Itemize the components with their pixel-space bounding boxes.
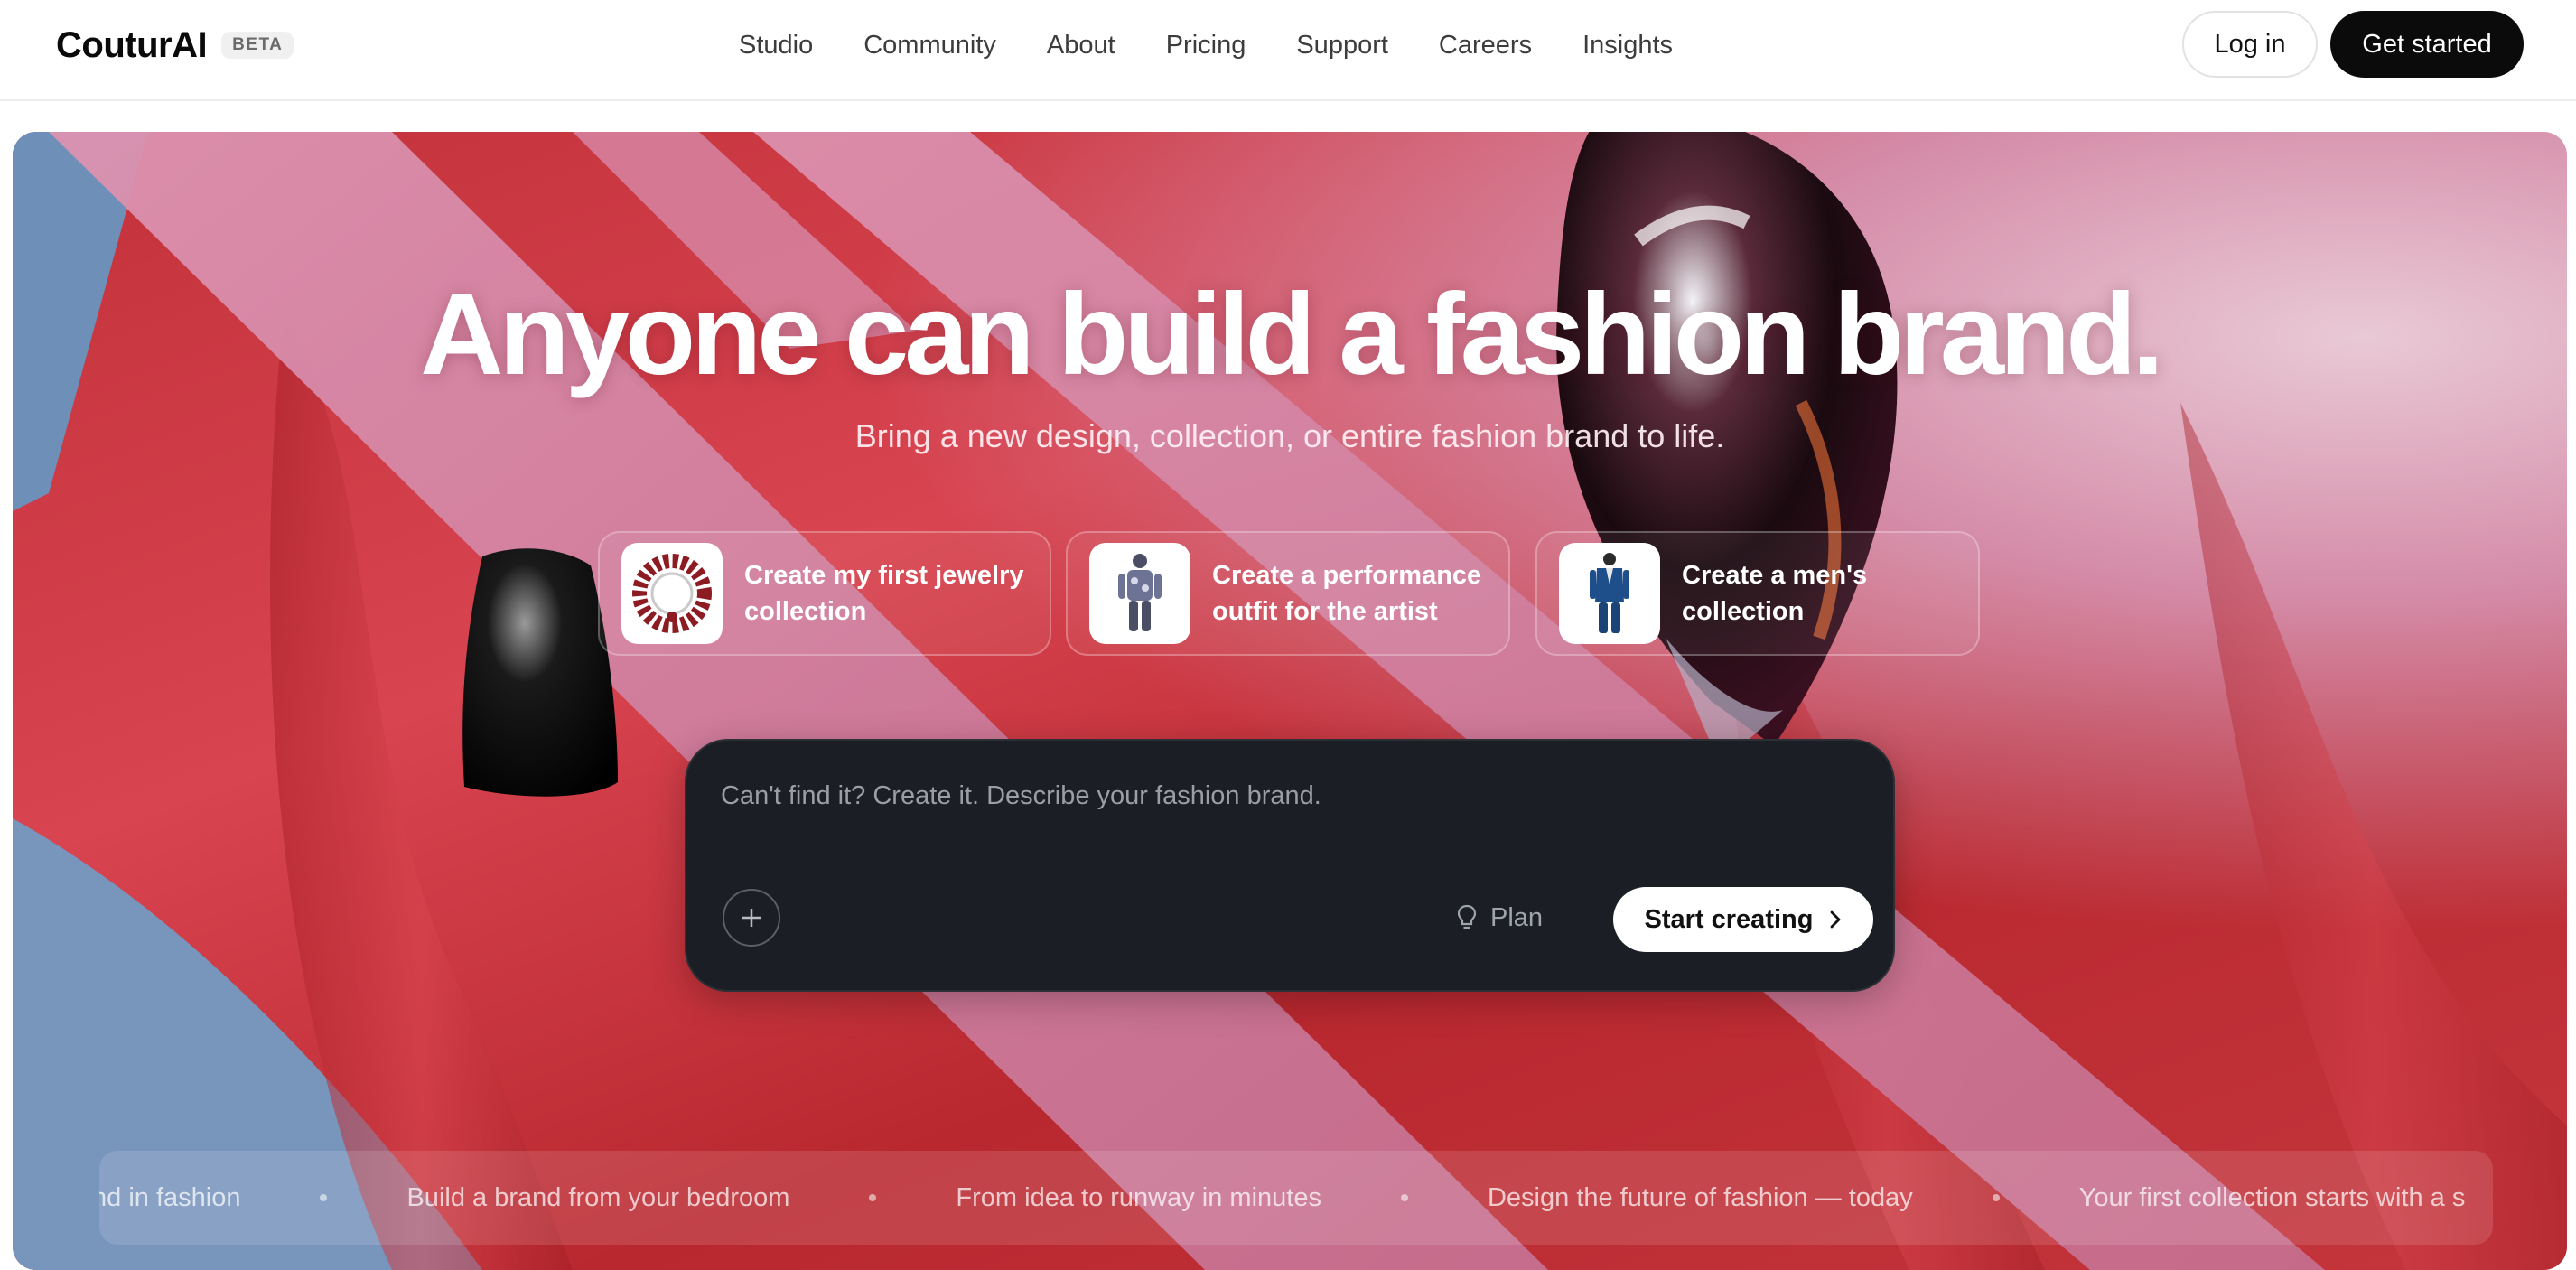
nav-community[interactable]: Community	[863, 25, 996, 65]
ticker-item: Your first collection starts with a s	[2078, 1182, 2466, 1212]
nav-studio[interactable]: Studio	[739, 25, 813, 65]
nav-pricing[interactable]: Pricing	[1166, 25, 1246, 65]
bullet-dot-icon	[1400, 1194, 1408, 1201]
nav-about[interactable]: About	[1047, 25, 1115, 65]
nav-careers[interactable]: Careers	[1439, 25, 1532, 65]
bullet-dot-icon	[1992, 1194, 2000, 1201]
get-started-button[interactable]: Get started	[2330, 11, 2524, 78]
login-button[interactable]: Log in	[2182, 11, 2318, 78]
ticker-item: From idea to runway in minutes	[956, 1182, 1321, 1212]
nav-support[interactable]: Support	[1296, 25, 1388, 65]
ticker-track: nd in fashion Build a brand from your be…	[99, 1151, 2465, 1245]
plus-icon	[742, 909, 761, 927]
brand[interactable]: CouturAI BETA	[56, 20, 294, 70]
ticker-item: Design the future of fashion — today	[1487, 1182, 1913, 1212]
site-header: CouturAI BETA Studio Community About Pri…	[0, 0, 2576, 101]
plan-button[interactable]: Plan	[1456, 896, 1543, 939]
hero-section: Anyone can build a fashion brand. Bring …	[13, 132, 2567, 1270]
bullet-dot-icon	[320, 1194, 328, 1201]
suggestion-card-mens-collection[interactable]: Create a men's collection	[1535, 531, 1980, 656]
lightbulb-icon	[1457, 904, 1477, 929]
hero-headline: Anyone can build a fashion brand.	[420, 270, 2164, 399]
plan-label: Plan	[1490, 902, 1544, 932]
tagline-ticker: nd in fashion Build a brand from your be…	[99, 1151, 2493, 1245]
start-creating-label: Start creating	[1644, 904, 1814, 934]
chevron-right-icon	[1831, 910, 1841, 929]
ticker-item: nd in fashion	[99, 1182, 241, 1212]
start-creating-button[interactable]: Start creating	[1613, 887, 1873, 952]
hero-subheadline: Bring a new design, collection, or entir…	[854, 417, 1725, 454]
main-nav: Studio Community About Pricing Support C…	[739, 25, 1673, 65]
prompt-composer: Plan Start creating	[685, 739, 1895, 992]
suggestion-label: Create my first jewelry collection	[744, 561, 1024, 626]
mens-suit-icon	[1559, 543, 1660, 644]
nav-insights[interactable]: Insights	[1582, 25, 1673, 65]
beta-badge: BETA	[221, 32, 294, 59]
ticker-item: Build a brand from your bedroom	[406, 1182, 790, 1212]
brand-logo[interactable]: CouturAI	[56, 25, 208, 66]
suggestion-label: Create a performance outfit for the arti…	[1212, 561, 1482, 626]
performance-outfit-icon	[1089, 543, 1190, 644]
suggestion-card-performance-outfit[interactable]: Create a performance outfit for the arti…	[1066, 531, 1510, 656]
suggestion-card-jewelry[interactable]: Create my first jewelry collection	[598, 531, 1051, 656]
brand-description-input[interactable]	[721, 773, 1805, 818]
attach-button[interactable]	[723, 889, 780, 947]
bullet-dot-icon	[869, 1194, 877, 1201]
suggestion-label: Create a men's collection	[1682, 561, 1868, 626]
jewelry-necklace-icon	[621, 543, 723, 644]
